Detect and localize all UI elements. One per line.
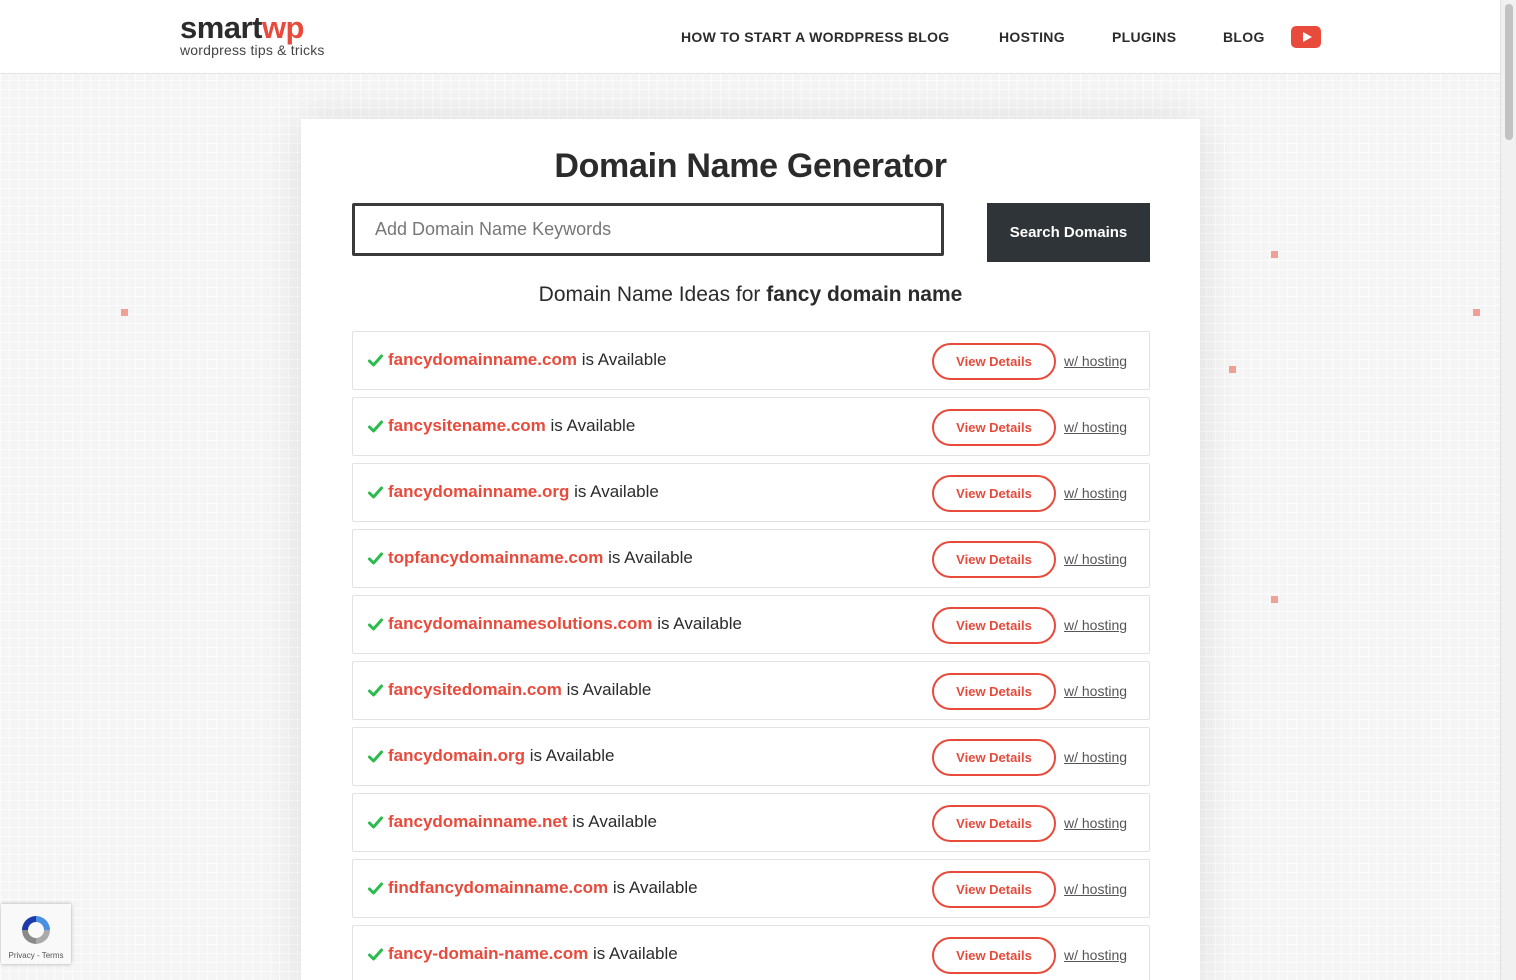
view-details-button[interactable]: View Details [932,475,1056,512]
checkmark-icon [368,816,383,829]
availability-status: is Available [657,614,742,633]
domain-result-row: fancydomainname.com is Available View Det… [352,331,1150,390]
domain-availability: fancydomainname.net is Available [388,812,657,832]
recaptcha-links[interactable]: Privacy - Terms [1,951,71,960]
search-domains-button[interactable]: Search Domains [987,203,1150,262]
availability-status: is Available [593,944,678,963]
domain-name[interactable]: fancysitename.com [388,416,546,435]
main-nav: HOW TO START A WORDPRESS BLOG HOSTING PL… [0,29,1500,49]
domain-result-row: findfancydomainname.com is Available View… [352,859,1150,918]
domain-availability: fancysitedomain.com is Available [388,680,651,700]
decorative-square [1271,251,1278,258]
domain-name[interactable]: fancydomainname.org [388,482,569,501]
page-title: Domain Name Generator [554,147,947,185]
with-hosting-link[interactable]: w/ hosting [1064,551,1127,567]
youtube-play-icon[interactable] [1291,26,1321,48]
domain-result-row: topfancydomainname.com is Available View … [352,529,1150,588]
availability-status: is Available [550,416,636,435]
availability-status: is Available [612,878,698,897]
nav-plugins[interactable]: PLUGINS [1112,29,1176,45]
checkmark-icon [368,882,383,895]
with-hosting-link[interactable]: w/ hosting [1064,815,1127,831]
generator-card: Domain Name Generator Search Domains Dom… [301,119,1200,980]
domain-availability: fancydomainname.org is Available [388,482,659,502]
domain-result-row: fancysitename.com is Available View Detai… [352,397,1150,456]
with-hosting-link[interactable]: w/ hosting [1064,617,1127,633]
search-query: fancy domain name [766,283,963,306]
results-heading: Domain Name Ideas for fancy domain name [538,283,963,306]
domain-result-row: fancydomainnamesolutions.com is Availabl… [352,595,1150,654]
view-details-button[interactable]: View Details [932,409,1056,446]
domain-availability: topfancydomainname.com is Available [388,548,693,568]
domain-name[interactable]: findfancydomainname.com [388,878,608,897]
with-hosting-link[interactable]: w/ hosting [1064,881,1127,897]
page-background: smartwp wordpress tips & tricks HOW TO S… [0,0,1500,980]
view-details-button[interactable]: View Details [932,937,1056,974]
checkmark-icon [368,750,383,763]
recaptcha-icon [22,916,50,944]
domain-name[interactable]: topfancydomainname.com [388,548,603,567]
checkmark-icon [368,618,383,631]
checkmark-icon [368,486,383,499]
view-details-button[interactable]: View Details [932,541,1056,578]
domain-name[interactable]: fancydomainnamesolutions.com [388,614,653,633]
domain-result-row: fancysitedomain.com is Available View Det… [352,661,1150,720]
domain-availability: fancydomainnamesolutions.com is Availabl… [388,614,742,634]
decorative-square [121,309,128,316]
page-scrollbar[interactable] [1500,0,1516,980]
with-hosting-link[interactable]: w/ hosting [1064,485,1127,501]
availability-status: is Available [608,548,693,567]
scrollbar-thumb[interactable] [1505,4,1513,140]
domain-availability: fancysitename.com is Available [388,416,635,436]
checkmark-icon [368,684,383,697]
domain-availability: fancydomainname.com is Available [388,350,666,370]
domain-name[interactable]: fancydomain.org [388,746,525,765]
domain-availability: findfancydomainname.com is Available [388,878,698,898]
nav-hosting[interactable]: HOSTING [999,29,1065,45]
domain-result-row: fancy-domain-name.com is Available View D… [352,925,1150,980]
view-details-button[interactable]: View Details [932,343,1056,380]
availability-status: is Available [566,680,652,699]
nav-how-to-start-blog[interactable]: HOW TO START A WORDPRESS BLOG [681,29,949,45]
domain-name[interactable]: fancysitedomain.com [388,680,562,699]
decorative-square [1271,596,1278,603]
with-hosting-link[interactable]: w/ hosting [1064,947,1127,963]
with-hosting-link[interactable]: w/ hosting [1064,749,1127,765]
view-details-button[interactable]: View Details [932,805,1056,842]
view-details-button[interactable]: View Details [932,607,1056,644]
recaptcha-badge[interactable]: Privacy - Terms [1,904,71,964]
domain-result-row: fancydomain.org is Available View Details… [352,727,1150,786]
domain-name[interactable]: fancydomainname.com [388,350,577,369]
domain-availability: fancy-domain-name.com is Available [388,944,678,964]
with-hosting-link[interactable]: w/ hosting [1064,419,1127,435]
decorative-square [1229,366,1236,373]
site-header: smartwp wordpress tips & tricks HOW TO S… [0,0,1500,74]
domain-name[interactable]: fancy-domain-name.com [388,944,588,963]
view-details-button[interactable]: View Details [932,673,1056,710]
availability-status: is Available [572,812,657,831]
checkmark-icon [368,354,383,367]
checkmark-icon [368,420,383,433]
domain-result-row: fancydomainname.net is Available View Det… [352,793,1150,852]
domain-name[interactable]: fancydomainname.net [388,812,568,831]
domain-availability: fancydomain.org is Available [388,746,614,766]
view-details-button[interactable]: View Details [932,871,1056,908]
view-details-button[interactable]: View Details [932,739,1056,776]
domain-results-list: fancydomainname.com is Available View Det… [352,331,1150,980]
availability-status: is Available [529,746,615,765]
checkmark-icon [368,552,383,565]
domain-result-row: fancydomainname.org is Available View Det… [352,463,1150,522]
decorative-square [1473,309,1480,316]
availability-status: is Available [574,482,659,501]
with-hosting-link[interactable]: w/ hosting [1064,353,1127,369]
domain-keywords-input[interactable] [352,203,944,256]
nav-blog[interactable]: BLOG [1223,29,1265,45]
checkmark-icon [368,948,383,961]
with-hosting-link[interactable]: w/ hosting [1064,683,1127,699]
availability-status: is Available [581,350,667,369]
